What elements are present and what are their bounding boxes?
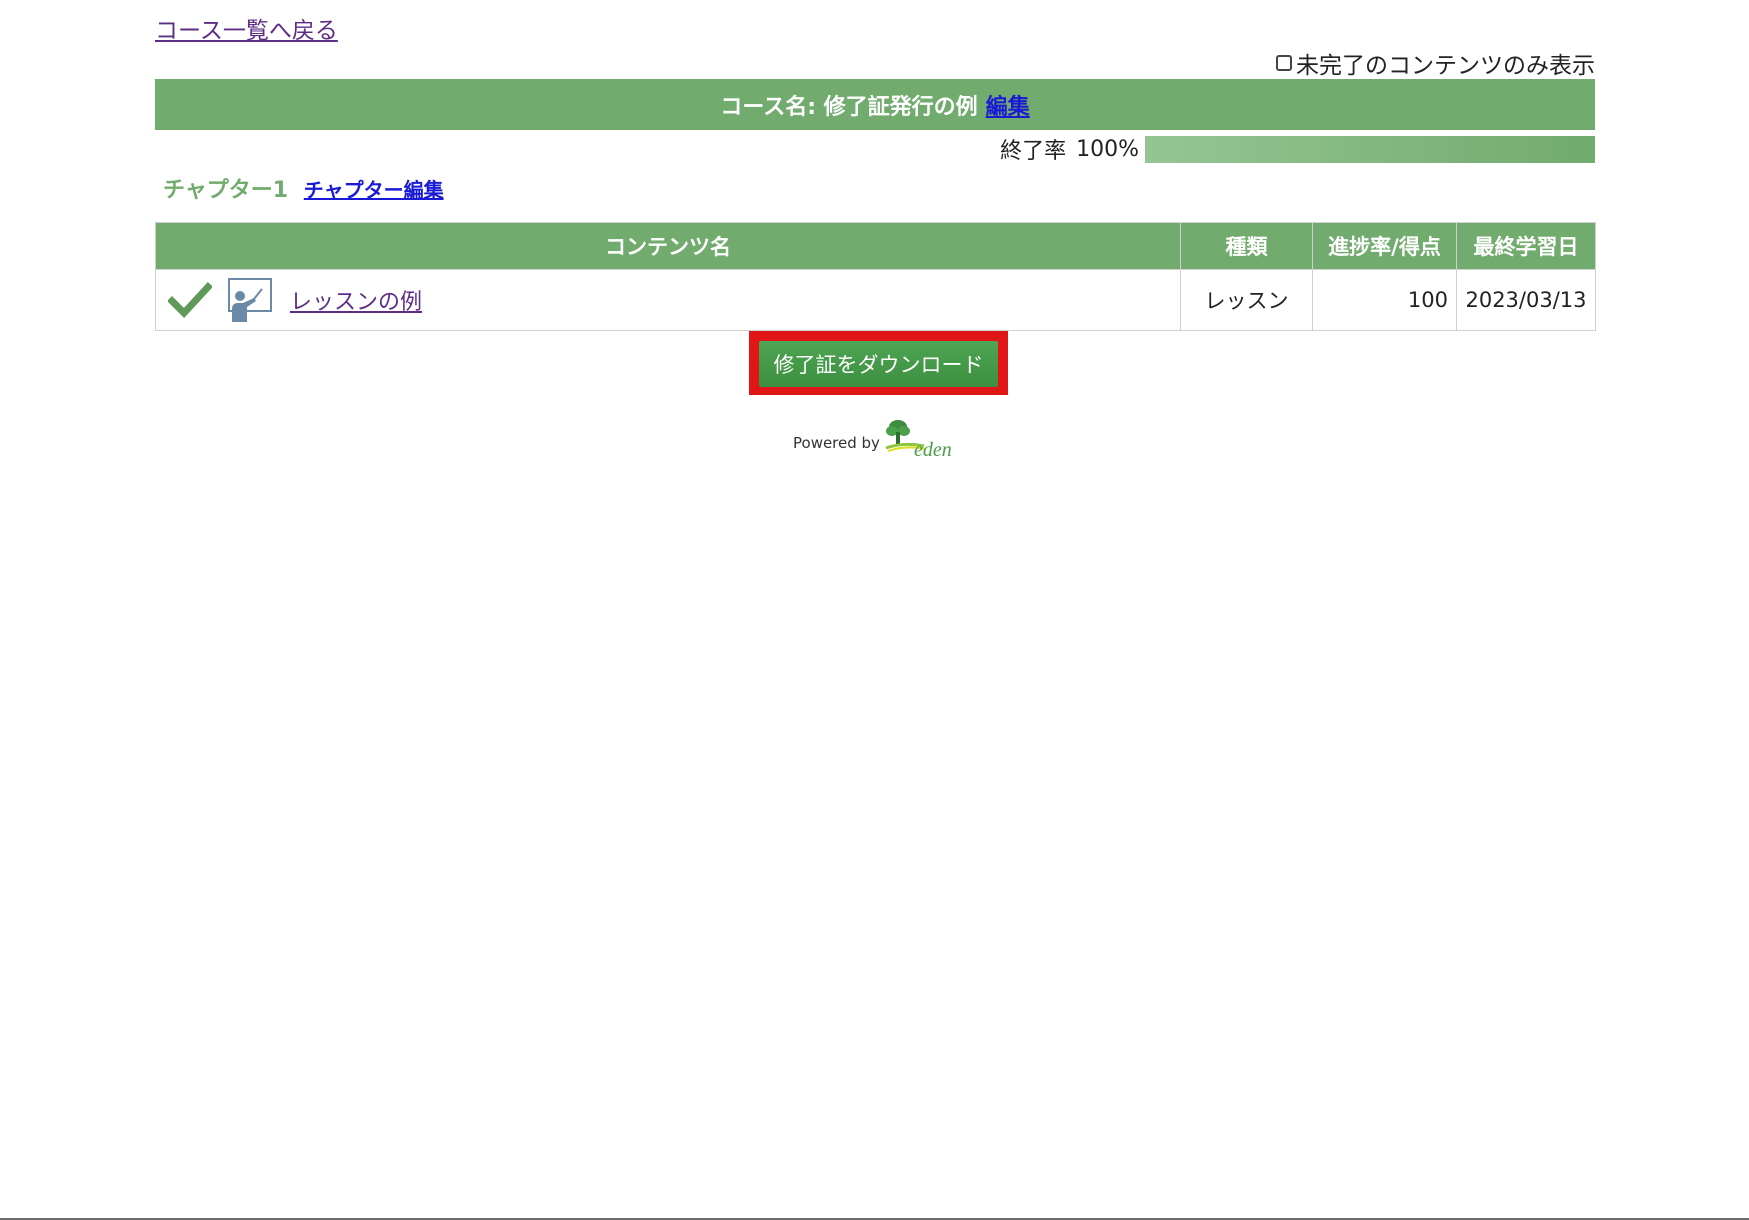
download-certificate-button[interactable]: 修了証をダウンロード [759,341,998,387]
completion-progress-fill [1145,135,1595,163]
check-icon [167,278,213,322]
completion-rate-label: 終了率 [1000,139,1067,164]
content-score-cell: 100 [1312,269,1457,331]
eden-logo: eden [884,418,958,461]
powered-by-text: Powered by [793,434,880,452]
course-name: コース名: 修了証発行の例 [720,94,978,120]
page: コース一覧へ戻る 未完了のコンテンツのみ表示 コース名: 修了証発行の例 編集 … [0,0,1749,1220]
powered-by-footer: Powered by eden [793,418,958,461]
course-edit-link[interactable]: 編集 [986,89,1030,121]
lesson-presenter-icon [226,276,274,324]
column-header-type: 種類 [1180,222,1314,270]
chapter-heading: チャプター1 チャプター編集 [163,172,444,204]
content-type-cell: レッスン [1180,269,1314,331]
table-header-row: コンテンツ名 種類 進捗率/得点 最終学習日 [154,222,1597,270]
column-header-content-name: コンテンツ名 [154,222,1182,270]
incomplete-only-checkbox[interactable] [1276,55,1292,71]
table-row: レッスンの例 レッスン 100 2023/03/13 [154,269,1597,331]
column-header-progress: 進捗率/得点 [1312,222,1457,270]
course-header: コース名: 修了証発行の例 編集 [155,79,1595,130]
completion-rate-value: 100% [1076,136,1139,162]
content-link[interactable]: レッスンの例 [290,284,422,316]
content-table: コンテンツ名 種類 進捗率/得点 最終学習日 レッスンの例 レッスン 100 2… [154,222,1597,331]
chapter-title: チャプター1 [163,178,289,203]
content-last-date-cell: 2023/03/13 [1455,269,1597,331]
svg-text:eden: eden [914,439,952,460]
download-highlight-frame: 修了証をダウンロード [749,331,1008,395]
completion-progress-bar [1145,135,1595,163]
chapter-edit-link[interactable]: チャプター編集 [304,178,444,202]
content-name-cell: レッスンの例 [154,269,1182,331]
incomplete-only-filter[interactable]: 未完了のコンテンツのみ表示 [1276,46,1595,80]
back-to-course-list-link[interactable]: コース一覧へ戻る [155,11,338,45]
column-header-last-date: 最終学習日 [1455,222,1597,270]
completion-rate: 終了率 100% [1000,134,1595,164]
incomplete-only-label: 未完了のコンテンツのみ表示 [1296,53,1595,79]
